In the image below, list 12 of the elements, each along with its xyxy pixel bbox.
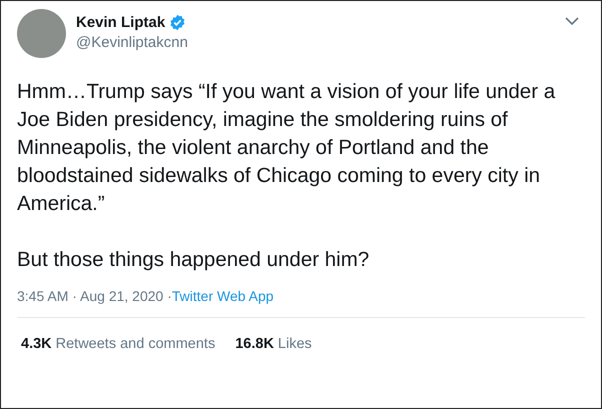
chevron-down-icon[interactable] xyxy=(565,17,579,26)
author-name[interactable]: Kevin Liptak xyxy=(76,14,166,31)
stat-label[interactable]: Retweets and comments xyxy=(56,336,216,352)
timestamp: 3:45 AM · Aug 21, 2020 · xyxy=(17,288,172,304)
stat-count[interactable]: 4.3K xyxy=(21,336,52,352)
avatar[interactable] xyxy=(17,9,66,58)
stat-label[interactable]: Likes xyxy=(278,336,312,352)
tweet-text: Hmm…Trump says “If you want a vision of your life under a Joe Biden presidency, imagine the smoldering ruins of Minneapolis, the violent anarchy of Portland and the bloodstained sidewalks of Chicago coming to every city in America.” xyxy=(17,79,556,217)
author-handle[interactable]: @Kevinliptakcnn xyxy=(76,34,555,51)
source-link[interactable]: Twitter Web App xyxy=(172,288,274,304)
tweet-text: But those things happened under him? xyxy=(17,247,370,273)
stat-count[interactable]: 16.8K xyxy=(235,336,274,352)
